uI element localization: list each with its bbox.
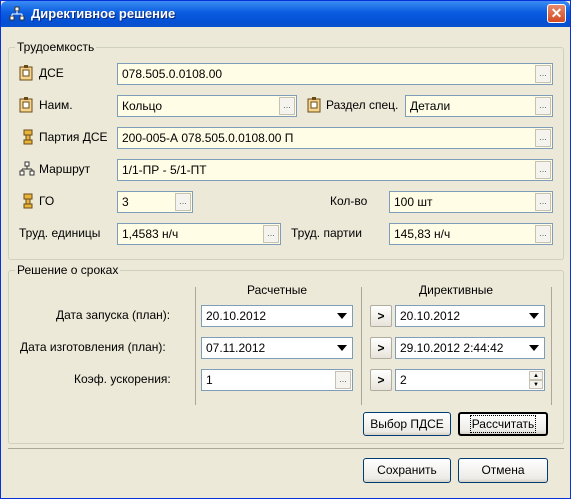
launch-directive-select[interactable]: 20.10.2012 <box>395 305 545 327</box>
copy-accel-button[interactable]: > <box>370 369 392 391</box>
batch-field[interactable]: 200-005-А 078.505.0.0108.00 П ... <box>117 127 553 149</box>
accel-directive-value: 2 <box>400 373 407 387</box>
section-value: Детали <box>410 99 451 113</box>
go-label: ГО <box>39 194 55 208</box>
make-directive-value: 29.10.2012 2:44:42 <box>400 341 504 355</box>
qty-value: 100 шт <box>394 195 433 209</box>
route-icon <box>19 161 35 176</box>
make-date-label: Дата изготовления (план): <box>20 340 166 354</box>
name-field[interactable]: Кольцо ... <box>117 95 297 117</box>
hierarchy-icon <box>9 6 25 21</box>
chevron-down-icon[interactable] <box>525 339 543 357</box>
close-button[interactable]: ✕ <box>547 4 566 23</box>
qty-field[interactable]: 100 шт ... <box>389 191 553 213</box>
unit-labor-field[interactable]: 1,4583 н/ч ... <box>117 223 281 245</box>
go-value: 3 <box>122 195 129 209</box>
spin-buttons[interactable]: ▲ ▼ <box>529 371 543 389</box>
ellipsis-button[interactable]: ... <box>535 97 551 115</box>
batch-label: Партия ДСЕ <box>39 130 108 144</box>
ellipsis-button[interactable]: ... <box>535 65 551 83</box>
document-icon <box>19 97 33 113</box>
labor-group-title: Трудоемкость <box>15 40 97 54</box>
copy-launch-button[interactable]: > <box>370 305 392 327</box>
select-pdse-button[interactable]: Выбор ПДСЕ <box>363 412 451 436</box>
save-button[interactable]: Сохранить <box>363 458 451 483</box>
chevron-down-icon[interactable] <box>333 339 351 357</box>
unit-labor-value: 1,4583 н/ч <box>122 227 179 241</box>
dse-field[interactable]: 078.505.0.0108.00 ... <box>117 63 553 85</box>
batch-labor-label: Труд. партии <box>291 226 362 240</box>
accel-calc-field[interactable]: 1 ... <box>201 369 353 391</box>
chevron-down-icon[interactable] <box>333 307 351 325</box>
batch-labor-value: 145,83 н/ч <box>394 227 451 241</box>
make-calc-value: 07.11.2012 <box>206 341 266 355</box>
document-icon <box>307 97 321 113</box>
save-label: Сохранить <box>377 463 437 477</box>
name-label: Наим. <box>39 98 73 112</box>
directive-column-header: Директивные <box>419 283 494 297</box>
launch-directive-value: 20.10.2012 <box>400 309 461 323</box>
cancel-button[interactable]: Отмена <box>458 458 548 483</box>
window-title: Директивное решение <box>31 6 176 21</box>
select-pdse-label: Выбор ПДСЕ <box>370 417 444 431</box>
launch-date-label: Дата запуска (план): <box>56 308 171 322</box>
dialog-window: Директивное решение ✕ Трудоемкость ДСЕ 0… <box>0 0 571 499</box>
spin-up-icon[interactable]: ▲ <box>529 371 543 380</box>
launch-calc-value: 20.10.2012 <box>206 309 267 323</box>
section-label: Раздел спец. <box>326 98 399 112</box>
section-field[interactable]: Детали ... <box>405 95 553 117</box>
accel-calc-value: 1 <box>206 373 213 387</box>
dse-value: 078.505.0.0108.00 <box>122 67 223 81</box>
column-divider <box>361 287 362 405</box>
close-icon: ✕ <box>550 5 563 21</box>
make-directive-select[interactable]: 29.10.2012 2:44:42 <box>395 337 545 359</box>
ellipsis-button[interactable]: ... <box>535 193 551 211</box>
route-label: Маршрут <box>39 162 91 176</box>
batch-value: 200-005-А 078.505.0.0108.00 П <box>122 131 294 145</box>
copy-make-button[interactable]: > <box>370 337 392 359</box>
name-value: Кольцо <box>122 99 163 113</box>
calculate-button[interactable]: Рассчитать <box>458 412 548 436</box>
cancel-label: Отмена <box>481 463 525 477</box>
ellipsis-button[interactable]: ... <box>263 225 279 243</box>
qty-label: Кол-во <box>330 194 368 208</box>
accel-directive-stepper[interactable]: 2 ▲ ▼ <box>395 369 545 391</box>
route-field[interactable]: 1/1-ПР - 5/1-ПТ ... <box>117 159 553 181</box>
ellipsis-button[interactable]: ... <box>175 193 191 211</box>
route-value: 1/1-ПР - 5/1-ПТ <box>122 163 207 177</box>
title-bar[interactable]: Директивное решение ✕ <box>1 1 570 27</box>
dse-label: ДСЕ <box>39 66 64 80</box>
batch-icon <box>23 193 33 209</box>
ellipsis-button[interactable]: ... <box>335 371 351 389</box>
unit-labor-label: Труд. единицы <box>19 226 101 240</box>
chevron-down-icon[interactable] <box>525 307 543 325</box>
calc-column-header: Расчетные <box>247 283 308 297</box>
column-divider <box>551 287 552 405</box>
document-icon <box>19 65 33 81</box>
ellipsis-button[interactable]: ... <box>535 161 551 179</box>
go-field[interactable]: 3 ... <box>117 191 193 213</box>
terms-group-title: Решение о сроках <box>15 263 121 277</box>
batch-labor-field[interactable]: 145,83 н/ч ... <box>389 223 553 245</box>
launch-calc-select[interactable]: 20.10.2012 <box>201 305 353 327</box>
make-calc-select[interactable]: 07.11.2012 <box>201 337 353 359</box>
calculate-label: Рассчитать <box>469 415 537 433</box>
accel-label: Коэф. ускорения: <box>74 372 171 386</box>
batch-icon <box>23 129 33 145</box>
ellipsis-button[interactable]: ... <box>535 129 551 147</box>
footer-divider <box>8 448 564 449</box>
ellipsis-button[interactable]: ... <box>535 225 551 243</box>
column-divider <box>195 287 196 405</box>
ellipsis-button[interactable]: ... <box>279 97 295 115</box>
spin-down-icon[interactable]: ▼ <box>529 380 543 389</box>
